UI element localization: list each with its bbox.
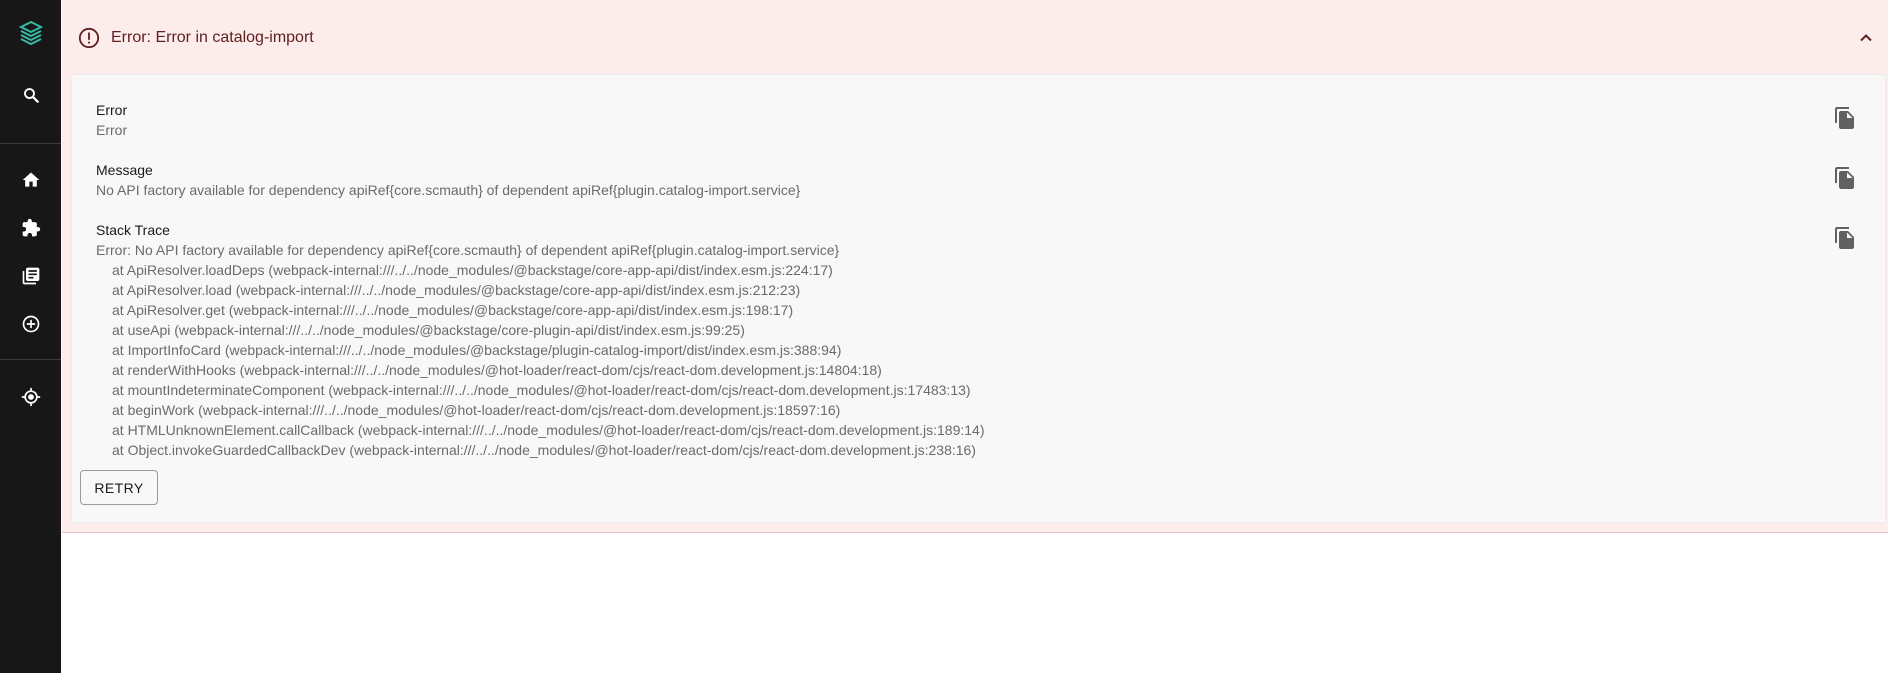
home-icon[interactable] [0,160,61,200]
error-label: Error [96,102,128,118]
stack-trace-line: at beginWork (webpack-internal:///../../… [112,402,841,418]
stack-trace-line: at ImportInfoCard (webpack-internal:///.… [112,342,842,358]
puzzle-icon[interactable] [0,208,61,248]
content-copy-icon [1833,226,1857,255]
stack-trace-line: at mountIndeterminateComponent (webpack-… [112,382,971,398]
error-panel-header[interactable]: Error: Error in catalog-import [62,0,1888,74]
gps-fixed-icon[interactable] [0,377,61,417]
stack-trace-first-line: Error: No API factory available for depe… [96,242,840,258]
content-copy-icon [1833,166,1857,195]
backstage-logo-icon[interactable] [0,15,61,55]
error-value: Error [96,122,128,138]
stack-trace-line: at ApiResolver.loadDeps (webpack-interna… [112,262,833,278]
stack-trace-line: at HTMLUnknownElement.callCallback (webp… [112,422,985,438]
copy-message-button[interactable] [1831,166,1859,194]
copy-stack-trace-button[interactable] [1831,226,1859,254]
copy-error-button[interactable] [1831,106,1859,134]
error-panel: Error: Error in catalog-import Error Err… [62,0,1888,533]
sidebar-divider [0,143,61,144]
stack-trace-line: at Object.invokeGuardedCallbackDev (webp… [112,442,976,458]
stack-trace-line: at ApiResolver.get (webpack-internal:///… [112,302,794,318]
message-label: Message [96,162,153,178]
stack-trace-line: at ApiResolver.load (webpack-internal://… [112,282,801,298]
stack-trace-label: Stack Trace [96,222,170,238]
stack-trace-line: at renderWithHooks (webpack-internal:///… [112,362,882,378]
retry-button[interactable]: RETRY [80,470,158,505]
error-field: Error Error [96,101,1796,140]
add-circle-icon[interactable] [0,304,61,344]
main-content: Error: Error in catalog-import Error Err… [61,0,1888,673]
library-books-icon[interactable] [0,256,61,296]
error-details: Error Error Message No API factory avail… [71,74,1886,523]
stack-trace-field: Stack Trace Error: No API factory availa… [96,221,1796,460]
message-value: No API factory available for dependency … [96,182,801,198]
error-title: Error: Error in catalog-import [111,29,314,46]
content-copy-icon [1833,106,1857,135]
message-field: Message No API factory available for dep… [96,161,1796,200]
error-outline-icon [78,27,100,49]
search-icon[interactable] [0,75,61,115]
sidebar-divider [0,359,61,360]
stack-trace-line: at useApi (webpack-internal:///../../nod… [112,322,745,338]
sidebar [0,0,61,673]
chevron-up-icon[interactable] [1854,26,1878,50]
